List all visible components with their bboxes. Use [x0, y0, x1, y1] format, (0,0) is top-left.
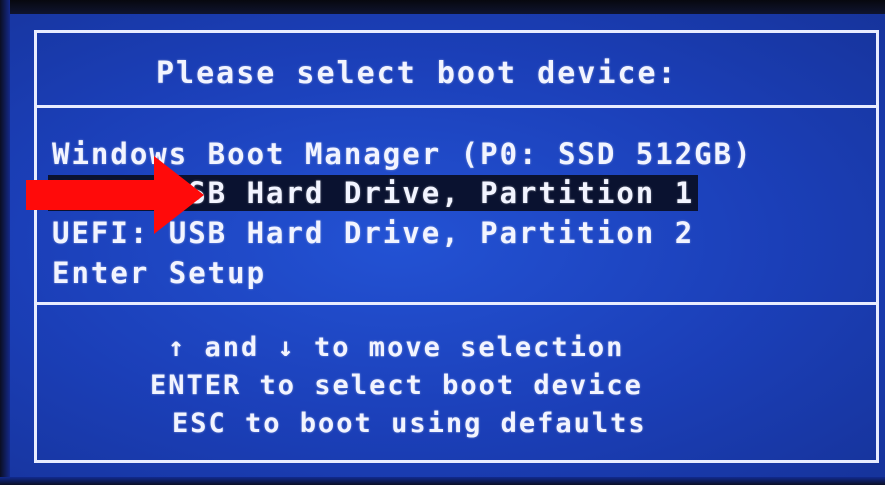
title-divider — [34, 105, 879, 108]
help-divider — [34, 302, 879, 305]
boot-option-enter-setup[interactable]: Enter Setup — [52, 255, 266, 291]
help-text-navigation: ↑ and ↓ to move selection — [168, 332, 625, 363]
monitor-bezel-top — [0, 0, 885, 14]
monitor-bezel-bottom — [0, 477, 885, 485]
monitor-bezel-left — [0, 0, 10, 485]
bios-boot-screen: Please select boot device: Windows Boot … — [0, 0, 885, 485]
red-arrow-right-icon — [26, 156, 204, 234]
help-text-escape: ESC to boot using defaults — [172, 408, 647, 439]
help-text-enter: ENTER to select boot device — [150, 370, 643, 401]
page-title: Please select boot device: — [156, 56, 678, 91]
